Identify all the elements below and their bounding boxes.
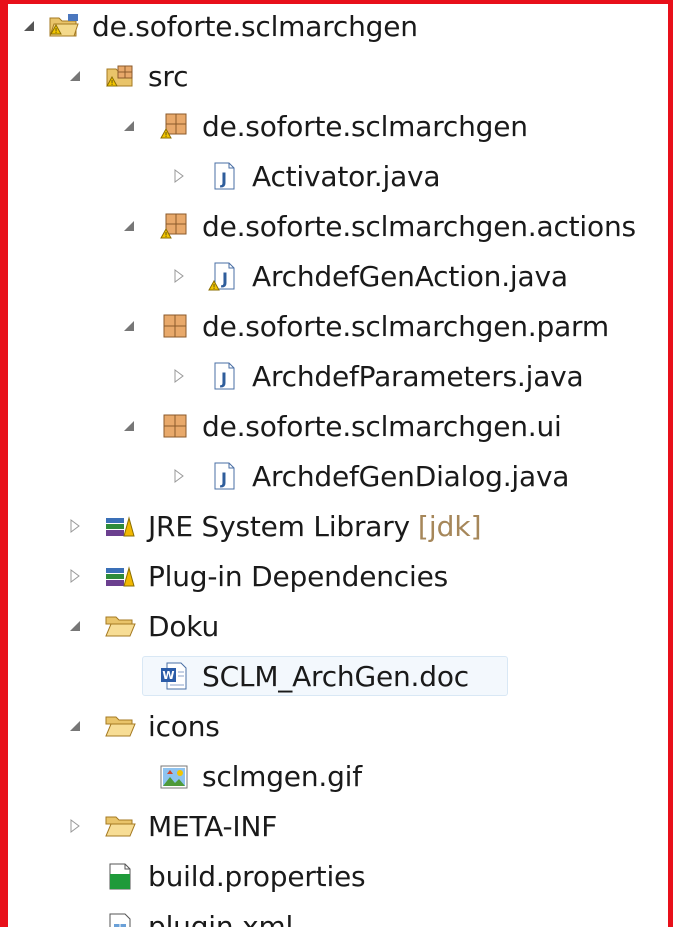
- jre-decoration-label: [jdk]: [417, 509, 482, 543]
- tree-item-activator-java[interactable]: J Activator.java: [8, 154, 668, 198]
- tree-item-label: Activator.java: [252, 159, 441, 193]
- tree-item-package-ui[interactable]: de.soforte.sclmarchgen.ui: [8, 404, 668, 448]
- svg-text:!: !: [165, 131, 168, 139]
- properties-file-icon: [104, 860, 136, 892]
- package-warning-icon: !: [158, 110, 190, 142]
- tree-item-label: META-INF: [148, 809, 278, 843]
- svg-text:J: J: [220, 369, 227, 388]
- folder-open-icon: [104, 710, 136, 742]
- tree-item-archdef-gen-action-java[interactable]: J! ArchdefGenAction.java: [8, 254, 668, 298]
- tree-item-label: Plug-in Dependencies: [148, 559, 448, 593]
- tree-item-plugin-dependencies[interactable]: Plug-in Dependencies: [8, 554, 668, 598]
- tree-item-label: de.soforte.sclmarchgen.ui: [202, 409, 562, 443]
- tree-item-icons-folder[interactable]: icons: [8, 704, 668, 748]
- svg-text:J: J: [221, 269, 228, 288]
- tree-item-label: build.properties: [148, 859, 366, 893]
- expanded-triangle-icon[interactable]: [18, 15, 40, 37]
- tree-item-package-root[interactable]: ! de.soforte.sclmarchgen: [8, 104, 668, 148]
- library-icon: [104, 510, 136, 542]
- expanded-triangle-icon[interactable]: [64, 615, 86, 637]
- java-file-warning-icon: J!: [208, 260, 240, 292]
- tree-item-label: SCLM_ArchGen.doc: [202, 659, 469, 693]
- tree-item-label: sclmgen.gif: [202, 759, 362, 793]
- java-file-icon: J: [208, 360, 240, 392]
- tree-item-archdef-parameters-java[interactable]: J ArchdefParameters.java: [8, 354, 668, 398]
- expanded-triangle-icon[interactable]: [64, 715, 86, 737]
- svg-text:!: !: [213, 283, 216, 291]
- java-file-icon: J: [208, 460, 240, 492]
- tree-item-archdef-gen-dialog-java[interactable]: J ArchdefGenDialog.java: [8, 454, 668, 498]
- tree-item-label: JRE System Library: [148, 509, 410, 543]
- expanded-triangle-icon[interactable]: [118, 215, 140, 237]
- tree-item-jre-system-library[interactable]: JRE System Library [jdk]: [8, 504, 668, 548]
- tree-item-project[interactable]: ! de.soforte.sclmarchgen: [8, 4, 668, 48]
- tree-item-doku-folder[interactable]: Doku: [8, 604, 668, 648]
- svg-text:!: !: [55, 27, 58, 35]
- word-document-icon: W: [158, 660, 190, 692]
- package-explorer-view: ! de.soforte.sclmarchgen ! src ! de.sofo…: [0, 0, 673, 927]
- library-icon: [104, 560, 136, 592]
- collapsed-triangle-icon[interactable]: [64, 515, 86, 537]
- source-folder-icon: !: [104, 60, 136, 92]
- svg-text:W: W: [162, 669, 174, 682]
- tree-item-label: de.soforte.sclmarchgen.actions: [202, 209, 636, 243]
- collapsed-triangle-icon[interactable]: [168, 465, 190, 487]
- svg-text:J: J: [220, 469, 227, 488]
- tree-item-label: de.soforte.sclmarchgen.parm: [202, 309, 609, 343]
- java-file-icon: J: [208, 160, 240, 192]
- project-folder-icon: !: [48, 10, 80, 42]
- expanded-triangle-icon[interactable]: [118, 315, 140, 337]
- tree-item-label: ArchdefGenDialog.java: [252, 459, 570, 493]
- tree-item-sclmgen-gif[interactable]: sclmgen.gif: [8, 754, 668, 798]
- tree-item-label: icons: [148, 709, 220, 743]
- tree-item-label: ArchdefParameters.java: [252, 359, 584, 393]
- tree-item-plugin-xml[interactable]: plugin.xml: [8, 904, 668, 927]
- package-icon: [158, 310, 190, 342]
- expanded-triangle-icon[interactable]: [118, 115, 140, 137]
- tree-item-label: de.soforte.sclmarchgen: [92, 9, 418, 43]
- tree-item-label: ArchdefGenAction.java: [252, 259, 568, 293]
- tree-item-label: plugin.xml: [148, 909, 294, 927]
- collapsed-triangle-icon[interactable]: [64, 565, 86, 587]
- folder-open-icon: [104, 810, 136, 842]
- collapsed-triangle-icon[interactable]: [168, 265, 190, 287]
- folder-open-icon: [104, 610, 136, 642]
- svg-text:!: !: [165, 231, 168, 239]
- tree-item-src[interactable]: ! src: [8, 54, 668, 98]
- svg-text:!: !: [111, 79, 114, 87]
- tree-item-label: src: [148, 59, 189, 93]
- expanded-triangle-icon[interactable]: [118, 415, 140, 437]
- tree-item-label: Doku: [148, 609, 219, 643]
- plugin-xml-icon: [104, 910, 136, 927]
- package-icon: [158, 410, 190, 442]
- tree-item-package-actions[interactable]: ! de.soforte.sclmarchgen.actions: [8, 204, 668, 248]
- expanded-triangle-icon[interactable]: [64, 65, 86, 87]
- tree-item-meta-inf-folder[interactable]: META-INF: [8, 804, 668, 848]
- collapsed-triangle-icon[interactable]: [64, 815, 86, 837]
- collapsed-triangle-icon[interactable]: [168, 365, 190, 387]
- tree-item-build-properties[interactable]: build.properties: [8, 854, 668, 898]
- collapsed-triangle-icon[interactable]: [168, 165, 190, 187]
- image-file-icon: [158, 760, 190, 792]
- tree-item-label: de.soforte.sclmarchgen: [202, 109, 528, 143]
- tree-item-sclm-archgen-doc[interactable]: W SCLM_ArchGen.doc: [8, 654, 668, 698]
- svg-text:J: J: [220, 169, 227, 188]
- package-warning-icon: !: [158, 210, 190, 242]
- tree-item-package-parm[interactable]: de.soforte.sclmarchgen.parm: [8, 304, 668, 348]
